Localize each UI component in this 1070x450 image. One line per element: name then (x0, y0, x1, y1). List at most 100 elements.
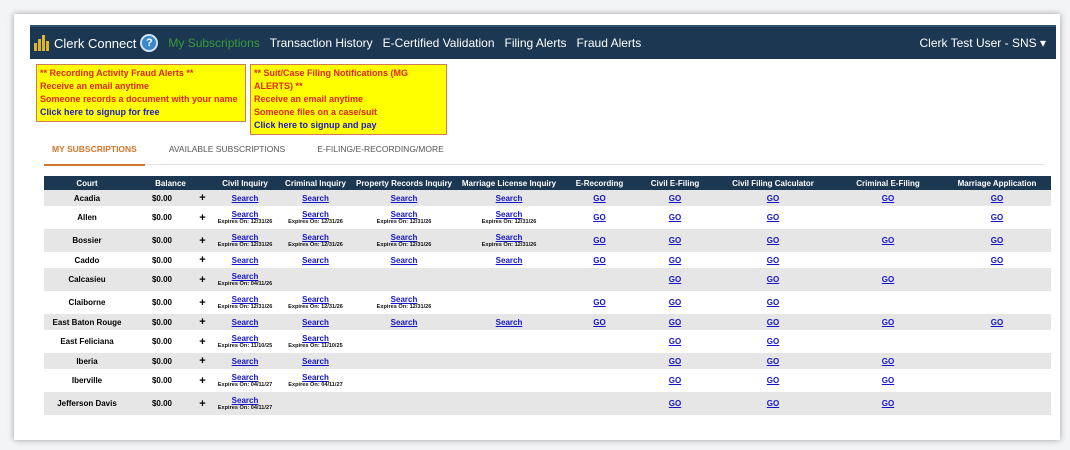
go-link[interactable]: GO (562, 236, 637, 245)
nav-e-certified-validation[interactable]: E-Certified Validation (383, 36, 495, 50)
search-link[interactable]: Search (211, 373, 279, 382)
go-link[interactable]: GO (943, 236, 1051, 245)
search-link[interactable]: Search (279, 373, 352, 382)
tab-efiling-erecording-more[interactable]: E-FILING/E-RECORDING/MORE (309, 142, 452, 164)
go-link[interactable]: GO (833, 376, 943, 385)
go-link[interactable]: GO (562, 256, 637, 265)
go-link[interactable]: GO (562, 213, 637, 222)
help-icon[interactable]: ? (140, 34, 159, 52)
search-link[interactable]: Search (456, 194, 562, 203)
go-link[interactable]: GO (713, 399, 833, 408)
go-link[interactable]: GO (713, 298, 833, 307)
go-link[interactable]: GO (637, 236, 713, 245)
go-link[interactable]: GO (833, 275, 943, 284)
add-funds-button[interactable]: + (194, 229, 211, 252)
add-funds-button[interactable]: + (194, 353, 211, 369)
civil-inquiry-cell: Search (211, 252, 279, 268)
go-link[interactable]: GO (562, 298, 637, 307)
search-link[interactable]: Search (352, 295, 456, 304)
go-link[interactable]: GO (637, 399, 713, 408)
civil-inquiry-cell: Search Expires On: 12/31/26 (211, 291, 279, 314)
search-link[interactable]: Search (279, 210, 352, 219)
add-funds-button[interactable]: + (194, 392, 211, 415)
search-link[interactable]: Search (211, 194, 279, 203)
go-link[interactable]: GO (713, 194, 833, 203)
signup-pay-link[interactable]: Click here to signup and pay (254, 119, 443, 132)
go-link[interactable]: GO (637, 298, 713, 307)
go-link[interactable]: GO (833, 318, 943, 327)
signup-free-link[interactable]: Click here to signup for free (40, 106, 242, 119)
search-link[interactable]: Search (211, 318, 279, 327)
search-link[interactable]: Search (279, 357, 352, 366)
user-menu[interactable]: Clerk Test User - SNS ▾ (920, 36, 1047, 50)
go-link[interactable]: GO (637, 337, 713, 346)
go-link[interactable]: GO (637, 213, 713, 222)
go-link[interactable]: GO (637, 376, 713, 385)
search-link[interactable]: Search (211, 233, 279, 242)
go-link[interactable]: GO (637, 256, 713, 265)
go-link[interactable]: GO (943, 194, 1051, 203)
go-link[interactable]: GO (713, 337, 833, 346)
search-link[interactable]: Search (456, 256, 562, 265)
search-link[interactable]: Search (211, 272, 279, 281)
search-link[interactable]: Search (211, 396, 279, 405)
go-link[interactable]: GO (833, 399, 943, 408)
marriage-application-cell: GO (943, 314, 1051, 330)
search-link[interactable]: Search (279, 295, 352, 304)
go-link[interactable]: GO (943, 318, 1051, 327)
search-link[interactable]: Search (352, 233, 456, 242)
add-funds-button[interactable]: + (194, 314, 211, 330)
go-link[interactable]: GO (713, 318, 833, 327)
search-link[interactable]: Search (211, 256, 279, 265)
civil-efiling-cell: GO (637, 392, 713, 415)
nav-transaction-history[interactable]: Transaction History (270, 36, 373, 50)
search-link[interactable]: Search (352, 256, 456, 265)
go-link[interactable]: GO (562, 194, 637, 203)
go-link[interactable]: GO (713, 376, 833, 385)
add-funds-button[interactable]: + (194, 252, 211, 268)
add-funds-button[interactable]: + (194, 369, 211, 392)
add-funds-button[interactable]: + (194, 190, 211, 206)
go-link[interactable]: GO (637, 318, 713, 327)
go-link[interactable]: GO (943, 256, 1051, 265)
search-link[interactable]: Search (279, 256, 352, 265)
go-link[interactable]: GO (833, 236, 943, 245)
go-link[interactable]: GO (637, 357, 713, 366)
tab-my-subscriptions[interactable]: MY SUBSCRIPTIONS (44, 142, 145, 166)
add-funds-button[interactable]: + (194, 268, 211, 291)
go-link[interactable]: GO (562, 318, 637, 327)
go-link[interactable]: GO (713, 213, 833, 222)
go-link[interactable]: GO (833, 357, 943, 366)
go-link[interactable]: GO (713, 256, 833, 265)
search-link[interactable]: Search (211, 295, 279, 304)
go-link[interactable]: GO (713, 275, 833, 284)
search-link[interactable]: Search (279, 194, 352, 203)
tab-available-subscriptions[interactable]: AVAILABLE SUBSCRIPTIONS (161, 142, 293, 164)
search-link[interactable]: Search (456, 318, 562, 327)
search-link[interactable]: Search (279, 334, 352, 343)
go-link[interactable]: GO (713, 357, 833, 366)
search-link[interactable]: Search (456, 233, 562, 242)
search-link[interactable]: Search (211, 210, 279, 219)
search-link[interactable]: Search (211, 357, 279, 366)
add-funds-button[interactable]: + (194, 330, 211, 353)
search-link[interactable]: Search (352, 318, 456, 327)
search-link[interactable]: Search (279, 318, 352, 327)
search-link[interactable]: Search (211, 334, 279, 343)
brand[interactable]: Clerk Connect ? (34, 34, 168, 52)
go-link[interactable]: GO (943, 213, 1051, 222)
nav-filing-alerts[interactable]: Filing Alerts (505, 36, 567, 50)
nav-fraud-alerts[interactable]: Fraud Alerts (577, 36, 642, 50)
criminal-inquiry-cell (279, 268, 352, 291)
add-funds-button[interactable]: + (194, 206, 211, 229)
go-link[interactable]: GO (833, 194, 943, 203)
go-link[interactable]: GO (637, 194, 713, 203)
search-link[interactable]: Search (456, 210, 562, 219)
go-link[interactable]: GO (637, 275, 713, 284)
search-link[interactable]: Search (352, 210, 456, 219)
search-link[interactable]: Search (279, 233, 352, 242)
nav-my-subscriptions[interactable]: My Subscriptions (168, 36, 259, 50)
search-link[interactable]: Search (352, 194, 456, 203)
go-link[interactable]: GO (713, 236, 833, 245)
add-funds-button[interactable]: + (194, 291, 211, 314)
